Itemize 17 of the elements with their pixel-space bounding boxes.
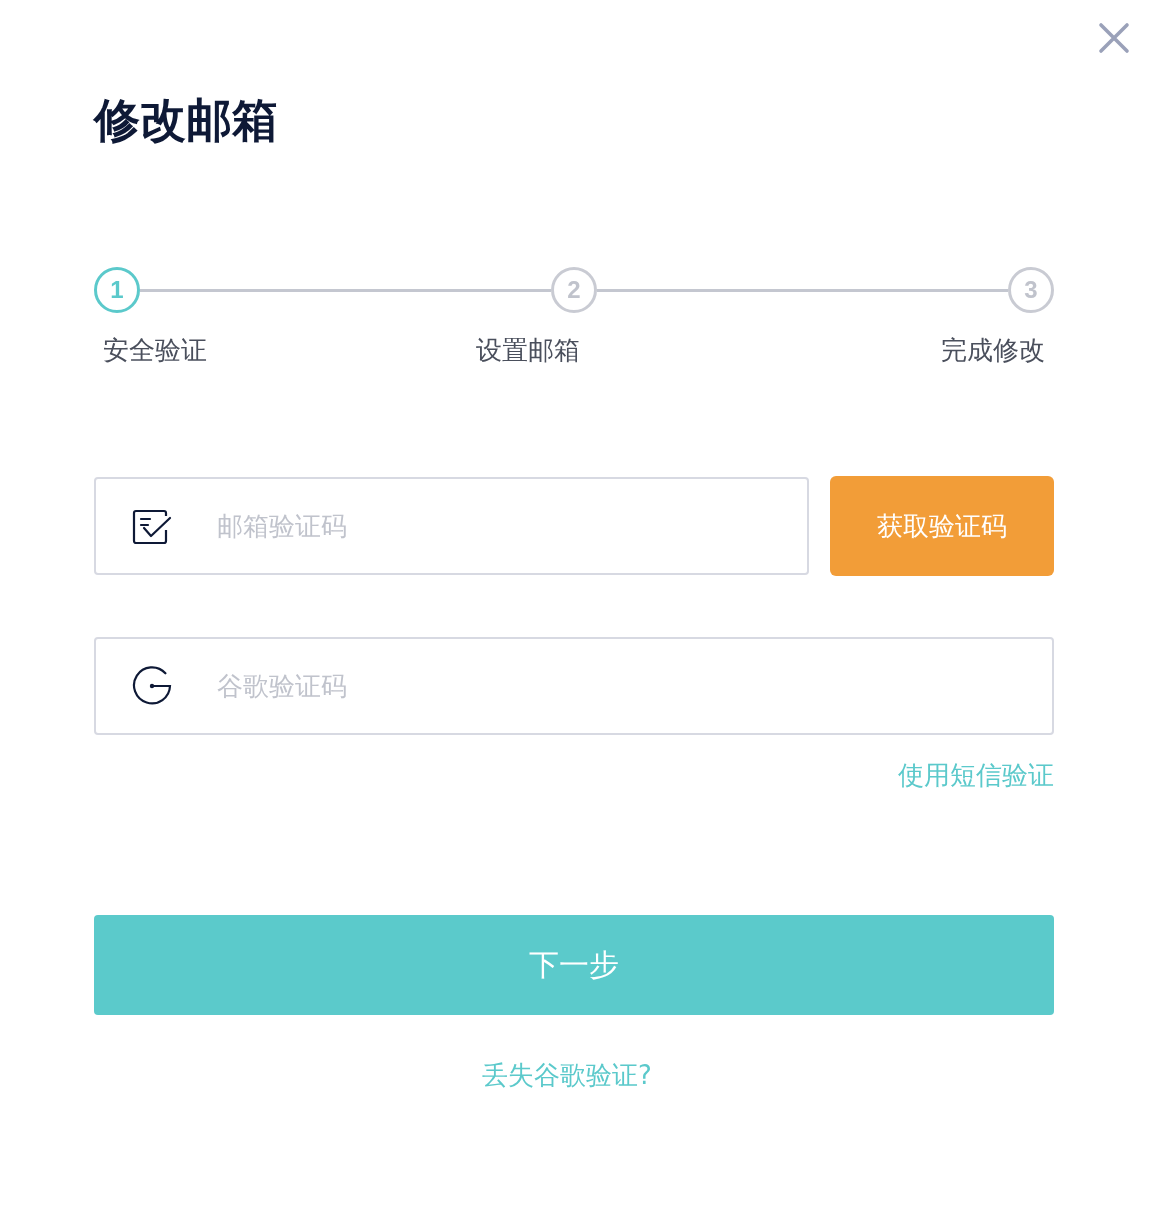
- input-field[interactable]: 谷歌验证码: [94, 637, 1054, 735]
- letter-g-icon: [132, 666, 172, 706]
- sms-verify-link[interactable]: 使用短信验证: [898, 757, 1054, 793]
- input-field[interactable]: 邮箱验证码: [94, 477, 809, 575]
- step-label: 完成修改: [941, 334, 1045, 367]
- get-code-button[interactable]: 获取验证码: [830, 476, 1054, 576]
- close-icon: [1098, 22, 1130, 54]
- lost-google-auth-link[interactable]: 丢失谷歌验证?: [482, 1057, 652, 1093]
- checklist-icon: [132, 507, 172, 546]
- step-label: 设置邮箱: [476, 334, 580, 367]
- step-label: 安全验证: [103, 334, 207, 367]
- close-button[interactable]: [1098, 22, 1130, 54]
- step-number: 3: [1008, 267, 1054, 313]
- step-number: 1: [94, 267, 140, 313]
- step-number: 2: [551, 267, 597, 313]
- next-step-button[interactable]: 下一步: [94, 915, 1054, 1015]
- dialog-title: 修改邮箱: [94, 92, 278, 148]
